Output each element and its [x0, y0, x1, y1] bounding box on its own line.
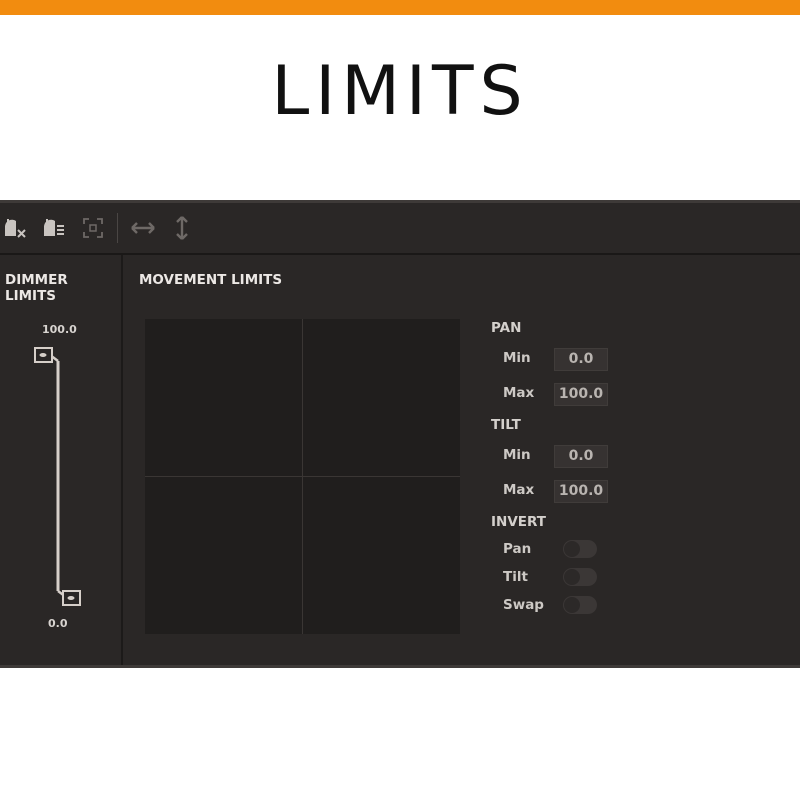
toggle-knob: [564, 541, 580, 557]
dimmer-fade-icon: [44, 219, 64, 236]
page-title: LIMITS: [271, 52, 529, 131]
dimmer-max-label: 100.0: [42, 323, 77, 336]
invert-label: INVERT: [491, 514, 546, 530]
dimmer-lower-handle[interactable]: [62, 590, 81, 606]
movement-limits-title: MOVEMENT LIMITS: [139, 272, 283, 288]
dimmer-limits-column: DIMMER LIMITS 100.0 0.0: [0, 255, 123, 665]
toggle-knob: [564, 597, 580, 613]
invert-pan-toggle[interactable]: [563, 540, 597, 558]
movement-xy-pad[interactable]: [145, 319, 460, 634]
tilt-min-field[interactable]: 0.0: [554, 445, 608, 468]
tilt-label: TILT: [491, 417, 521, 433]
invert-swap-toggle[interactable]: [563, 596, 597, 614]
toolbar-separator: [117, 213, 118, 243]
dimmer-min-label: 0.0: [48, 617, 68, 630]
vertical-arrows-icon: [176, 216, 188, 240]
pan-label: PAN: [491, 320, 522, 336]
invert-tilt-toggle[interactable]: [563, 568, 597, 586]
pan-min-field[interactable]: 0.0: [554, 348, 608, 371]
pad-horizontal-center-line: [145, 476, 460, 477]
toolbar: [0, 203, 800, 255]
horizontal-limit-button[interactable]: [130, 215, 156, 241]
select-area-icon: [83, 218, 103, 238]
tilt-max-label: Max: [503, 482, 535, 498]
dimmer-off-icon: [5, 219, 26, 238]
invert-pan-label: Pan: [503, 541, 532, 557]
horizontal-arrows-icon: [131, 222, 155, 234]
pan-max-field[interactable]: 100.0: [554, 383, 608, 406]
select-area-button[interactable]: [80, 215, 106, 241]
vertical-limit-button[interactable]: [169, 215, 195, 241]
toggle-knob: [564, 569, 580, 585]
dimmer-upper-handle[interactable]: [34, 347, 53, 363]
dimmer-range-slider[interactable]: [30, 343, 90, 609]
pan-min-label: Min: [503, 350, 531, 366]
dimmer-limits-title: DIMMER LIMITS: [5, 272, 68, 304]
limits-panel: DIMMER LIMITS 100.0 0.0 MOVEMENT LIMITS …: [0, 200, 800, 668]
pan-max-label: Max: [503, 385, 535, 401]
accent-top-bar: [0, 0, 800, 15]
tilt-max-field[interactable]: 100.0: [554, 480, 608, 503]
tilt-min-label: Min: [503, 447, 531, 463]
dimmer-fade-button[interactable]: [41, 215, 67, 241]
invert-tilt-label: Tilt: [503, 569, 528, 585]
invert-swap-label: Swap: [503, 597, 544, 613]
dimmer-off-button[interactable]: [2, 215, 28, 241]
